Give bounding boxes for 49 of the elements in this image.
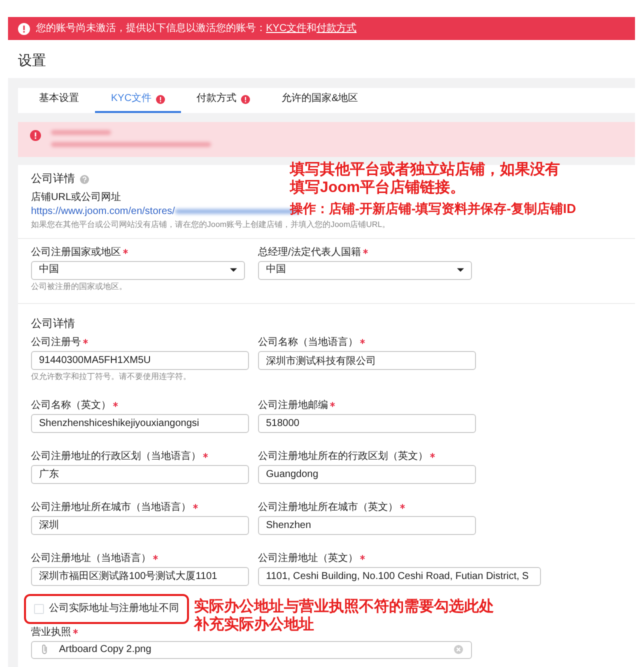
- tab[interactable]: 基本设置: [23, 88, 95, 113]
- field-label: 公司注册地邮编: [258, 400, 328, 412]
- file-field[interactable]: Artboard Copy 2.png: [31, 640, 472, 659]
- banner-link[interactable]: 付款方式: [316, 22, 357, 34]
- store-url-link[interactable]: https://www.joom.com/en/stores/: [31, 206, 175, 218]
- input-field[interactable]: Shenzhenshiceshikejiyouxiangongsi: [31, 414, 249, 433]
- field-label: 店铺URL或公司网址: [31, 192, 122, 204]
- annotation-text: 填写其他平台或者独立站店铺，如果没有: [290, 160, 560, 179]
- field-label: 营业执照: [31, 626, 71, 639]
- hint-text: 如果您在其他平台或公司网站没有店铺，请在您的Joom账号上创建店铺，并填入您的Joom店铺URL。: [31, 220, 390, 230]
- input-field[interactable]: 广东: [31, 464, 249, 484]
- file-name: Artboard Copy 2.png: [59, 644, 152, 656]
- input-field[interactable]: Shenzhen: [258, 516, 476, 535]
- input-field[interactable]: 深圳: [31, 516, 249, 535]
- field-label: 公司注册地址所在的行政区划（英文）: [258, 450, 428, 463]
- annotation-text: 补充实际办公地址: [194, 616, 314, 634]
- input-field[interactable]: 91440300MA5FH1XM5U: [31, 351, 249, 370]
- tab[interactable]: 付款方式: [180, 88, 266, 113]
- field-label: 公司名称（当地语言）: [258, 337, 358, 350]
- input-field[interactable]: 518000: [258, 414, 476, 433]
- field-label: 公司注册地址（当地语言）: [31, 552, 151, 565]
- section-title: 公司详情: [31, 172, 75, 186]
- field-label: 公司注册号: [31, 337, 81, 350]
- section-title: 公司详情: [31, 318, 75, 332]
- hint-text: 仅允许数字和拉丁符号。请不要使用连字符。: [31, 372, 191, 382]
- select-field[interactable]: 中国: [258, 260, 472, 280]
- banner-text: 您的账号尚未激活，提供以下信息以激活您的账号：: [36, 22, 266, 34]
- page-title: 设置: [17, 51, 47, 70]
- field-label: 公司注册地址（英文）: [258, 552, 358, 565]
- field-label: 公司注册地址的行政区划（当地语言）: [31, 450, 201, 463]
- checkbox-text: 公司实际地址与注册地址不同: [49, 602, 179, 615]
- hint-text: 公司被注册的国家或地区。: [31, 282, 127, 292]
- input-field[interactable]: Guangdong: [258, 464, 476, 484]
- field-label: 公司注册地址所在城市（当地语言）: [31, 502, 191, 514]
- input-field[interactable]: 深圳市测试科技有限公司: [258, 351, 476, 370]
- input-field[interactable]: 深圳市福田区测试路100号测试大厦1101: [31, 566, 249, 586]
- input-field[interactable]: 1101, Ceshi Building, No.100 Ceshi Road, Futian District, S: [258, 566, 541, 586]
- annotation-text: 操作：店铺-开新店铺-填写资料并保存-复制店铺ID: [290, 200, 576, 218]
- field-label: 公司注册国家或地区: [31, 246, 121, 259]
- select-field[interactable]: 中国: [31, 260, 245, 280]
- tab[interactable]: KYC文件: [95, 88, 181, 113]
- field-label: 公司注册地址所在城市（英文）: [258, 502, 398, 514]
- field-label: 总经理/法定代表人国籍: [258, 246, 361, 259]
- annotation-text: 实际办公地址与营业执照不符的需要勾选此处: [194, 598, 494, 616]
- banner-link[interactable]: KYC文件: [266, 22, 307, 34]
- tab[interactable]: 允许的国家&地区: [266, 88, 374, 113]
- banner-text: 和: [306, 22, 317, 34]
- annotation-text: 填写Joom平台店铺链接。: [290, 178, 466, 197]
- field-label: 公司名称（英文）: [31, 400, 111, 412]
